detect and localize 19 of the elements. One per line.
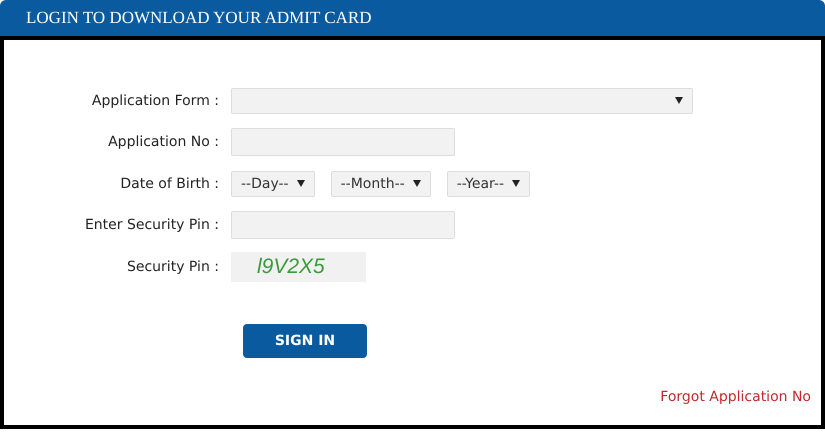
captcha-image: l9V2X5 [231,252,366,282]
date-select[interactable]: --Month-- [330,170,431,197]
field-label: Date of Birth : [119,176,220,192]
forgot-link[interactable]: Forgot Application No [660,389,811,405]
caret-icon [412,180,421,188]
application-form-select[interactable] [231,88,693,114]
field-label: Application No : [107,134,220,150]
caret-icon [675,97,683,104]
date-select[interactable]: --Year-- [446,170,530,197]
field-label: Security Pin : [126,258,220,275]
caret-icon [296,180,305,188]
header-bar: LOGIN TO DOWNLOAD YOUR ADMIT CARD [0,0,825,36]
caret-icon [512,180,520,188]
field-label: Application Form : [90,92,220,109]
sign-in-button[interactable]: SIGN IN [243,324,367,358]
input-field[interactable] [231,211,455,240]
field-label: Enter Security Pin : [84,217,220,234]
date-select[interactable]: --Day-- [231,170,315,197]
input-field[interactable] [231,128,455,156]
